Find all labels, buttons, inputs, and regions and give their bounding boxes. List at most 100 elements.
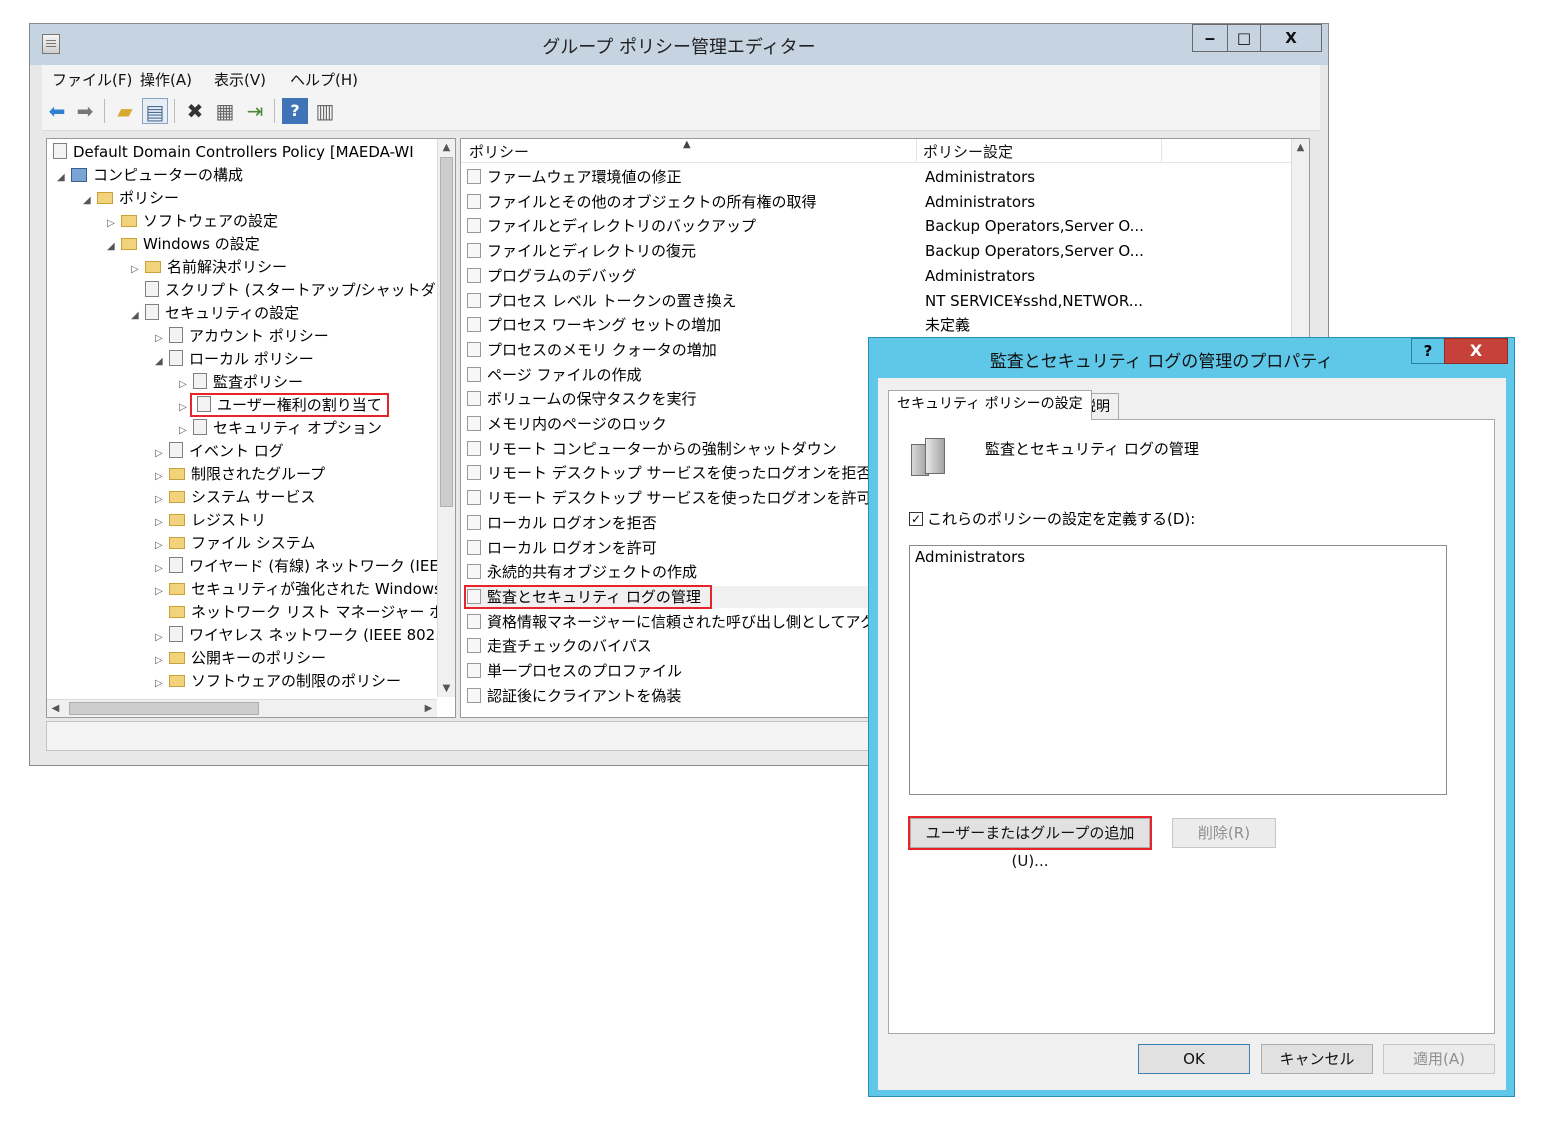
collapsed-icon[interactable]: ▷ — [155, 328, 169, 350]
scroll-thumb[interactable] — [69, 702, 259, 715]
scroll-down-icon[interactable]: ▼ — [438, 680, 455, 697]
table-row[interactable]: プログラムのデバッグ Administrators — [467, 265, 1287, 287]
tree-item[interactable]: ◢ Windows の設定 — [107, 233, 260, 255]
window-title: グループ ポリシー管理エディター — [542, 37, 816, 58]
tree-item[interactable]: ▷ ソフトウェアの制限のポリシー — [155, 670, 401, 692]
view-icon[interactable]: ▥ — [312, 98, 338, 124]
tree-item[interactable]: ▷ ワイヤレス ネットワーク (IEEE 802.1 — [155, 624, 450, 646]
column-policy[interactable]: ポリシー — [469, 141, 529, 162]
policy-name-cell: 監査とセキュリティ ログの管理 — [487, 587, 701, 606]
forward-icon[interactable]: ➡ — [72, 98, 98, 124]
collapsed-icon[interactable]: ▷ — [155, 650, 169, 672]
up-folder-icon[interactable]: ▰ — [112, 98, 138, 124]
policy-icon — [169, 442, 183, 458]
tree-vertical-scrollbar[interactable]: ▲ ▼ — [437, 139, 455, 697]
policy-item-icon — [467, 416, 481, 431]
collapsed-icon[interactable]: ▷ — [155, 443, 169, 465]
collapsed-icon[interactable]: ▷ — [179, 374, 193, 396]
delete-icon[interactable]: ✖ — [182, 98, 208, 124]
collapsed-icon[interactable]: ▷ — [155, 466, 169, 488]
tree-item[interactable]: ▷ アカウント ポリシー — [155, 325, 329, 347]
tree-item[interactable]: ▷ ファイル システム — [155, 532, 315, 554]
expanded-icon[interactable]: ◢ — [155, 351, 169, 373]
expanded-icon[interactable]: ◢ — [131, 305, 145, 327]
expanded-icon[interactable]: ◢ — [107, 236, 121, 258]
tree-item[interactable]: ▷ 監査ポリシー — [179, 371, 303, 393]
menu-bar: ファイル(F) 操作(A) 表示(V) ヘルプ(H) — [42, 65, 1320, 93]
back-icon[interactable]: ⬅ — [44, 98, 70, 124]
scroll-left-icon[interactable]: ◀ — [47, 700, 64, 717]
tree-item[interactable]: ◢ ローカル ポリシー — [155, 348, 314, 370]
table-row[interactable]: ファイルとディレクトリのバックアップ Backup Operators,Serve… — [467, 215, 1287, 237]
collapsed-icon[interactable]: ▷ — [155, 627, 169, 649]
scroll-up-icon[interactable]: ▲ — [438, 139, 455, 156]
collapsed-icon[interactable]: ▷ — [155, 535, 169, 557]
table-row[interactable]: ファームウェア環境値の修正 Administrators — [467, 166, 1287, 188]
menu-help[interactable]: ヘルプ(H) — [290, 69, 358, 90]
export-icon[interactable]: ⇥ — [242, 98, 268, 124]
tree-item[interactable]: ▷ 名前解決ポリシー — [131, 256, 287, 278]
expanded-icon[interactable]: ◢ — [57, 167, 71, 189]
tab-security-policy-setting[interactable]: セキュリティ ポリシーの設定 — [888, 390, 1092, 420]
tree-item[interactable]: ◢ ポリシー — [83, 187, 179, 209]
add-user-group-button[interactable]: ユーザーまたはグループの追加(U)... — [908, 816, 1152, 870]
apply-button[interactable]: 適用(A) — [1383, 1044, 1495, 1074]
tree-item[interactable]: ▷ セキュリティが強化された Windows — [155, 578, 442, 600]
tree-item[interactable]: スクリプト (スタートアップ/シャットダウン) — [131, 279, 455, 301]
scroll-right-icon[interactable]: ▶ — [420, 700, 437, 717]
tree-item[interactable]: ◢ セキュリティの設定 — [131, 302, 299, 324]
menu-file[interactable]: ファイル(F) — [52, 69, 132, 90]
policy-icon — [169, 327, 183, 343]
cancel-button[interactable]: キャンセル — [1261, 1044, 1373, 1074]
tree-item[interactable]: ▷ システム サービス — [155, 486, 315, 508]
collapsed-icon[interactable]: ▷ — [155, 512, 169, 534]
tree-item-user-rights[interactable]: ▷ ユーザー権利の割り当て — [179, 393, 389, 419]
tree-item[interactable]: ◢ コンピューターの構成 — [57, 164, 243, 186]
collapsed-icon[interactable]: ▷ — [155, 489, 169, 511]
remove-button[interactable]: 削除(R) — [1172, 818, 1276, 848]
folder-icon — [121, 215, 137, 227]
properties-icon[interactable]: ▦ — [212, 98, 238, 124]
close-button[interactable]: X — [1260, 24, 1322, 52]
dialog-close-button[interactable]: X — [1444, 338, 1508, 364]
checkbox-checked-icon[interactable]: ✓ — [909, 511, 923, 526]
ok-button[interactable]: OK — [1138, 1044, 1250, 1074]
show-hide-tree-icon[interactable]: ▤ — [142, 98, 168, 124]
tree-item[interactable]: ▷ 制限されたグループ — [155, 463, 325, 485]
minimize-button[interactable]: ‒ — [1192, 24, 1228, 52]
tree-item[interactable]: Default Domain Controllers Policy [MAEDA… — [53, 141, 414, 163]
expanded-icon[interactable]: ◢ — [83, 190, 97, 212]
tree-item[interactable]: ▷ 公開キーのポリシー — [155, 647, 326, 669]
collapsed-icon[interactable]: ▷ — [155, 581, 169, 603]
tree-item[interactable]: ▷ セキュリティ オプション — [179, 417, 382, 439]
menu-view[interactable]: 表示(V) — [214, 69, 266, 90]
tree-item[interactable]: ネットワーク リスト マネージャー ポリシー — [155, 601, 455, 623]
scroll-thumb[interactable] — [440, 157, 453, 507]
table-row[interactable]: ファイルとディレクトリの復元 Backup Operators,Server O.… — [467, 240, 1287, 262]
collapsed-icon[interactable]: ▷ — [107, 213, 121, 235]
tree-item[interactable]: ▷ レジストリ — [155, 509, 266, 531]
tab-panel: 監査とセキュリティ ログの管理 ✓ これらのポリシーの設定を定義する(D): A… — [888, 419, 1495, 1034]
title-bar[interactable]: グループ ポリシー管理エディター ‒ □ X — [30, 24, 1328, 65]
maximize-button[interactable]: □ — [1227, 24, 1261, 52]
column-setting[interactable]: ポリシー設定 — [923, 141, 1013, 162]
list-item[interactable]: Administrators — [915, 548, 1025, 566]
tree-item[interactable]: ▷ ワイヤード (有線) ネットワーク (IEEE — [155, 555, 448, 577]
collapsed-icon[interactable]: ▷ — [131, 259, 145, 281]
collapsed-icon[interactable]: ▷ — [179, 420, 193, 442]
collapsed-icon[interactable]: ▷ — [179, 397, 193, 419]
tree-horizontal-scrollbar[interactable]: ◀ ▶ — [47, 699, 437, 717]
scroll-up-icon[interactable]: ▲ — [1292, 139, 1309, 156]
collapsed-icon[interactable]: ▷ — [155, 558, 169, 580]
tree-item[interactable]: ▷ ソフトウェアの設定 — [107, 210, 278, 232]
menu-action[interactable]: 操作(A) — [140, 69, 192, 90]
table-row[interactable]: プロセス ワーキング セットの増加 未定義 — [467, 314, 1287, 336]
table-row[interactable]: ファイルとその他のオブジェクトの所有権の取得 Administrators — [467, 191, 1287, 213]
collapsed-icon[interactable]: ▷ — [155, 673, 169, 695]
define-policy-checkbox[interactable]: ✓ これらのポリシーの設定を定義する(D): — [909, 508, 1195, 529]
help-icon[interactable]: ? — [282, 98, 308, 124]
users-groups-list[interactable]: Administrators — [909, 545, 1447, 795]
help-button[interactable]: ? — [1411, 338, 1445, 364]
table-row[interactable]: プロセス レベル トークンの置き換え NT SERVICE¥sshd,NETWOR… — [467, 290, 1287, 312]
tree-item[interactable]: ▷ イベント ログ — [155, 440, 284, 462]
